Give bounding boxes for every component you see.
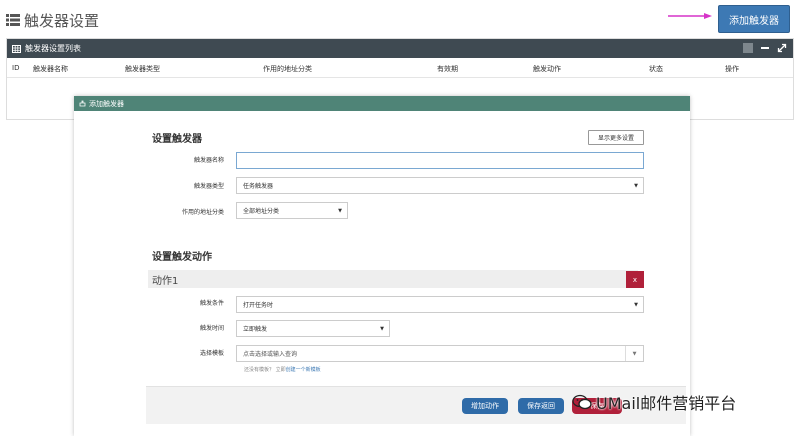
column-header-operation: 操作 bbox=[725, 65, 739, 73]
caret-down-icon: ▼ bbox=[634, 302, 638, 308]
chevron-down-icon[interactable]: ▼ bbox=[625, 346, 643, 361]
watermark: UMail邮件营销平台 bbox=[572, 391, 736, 413]
column-header-validity: 有效期 bbox=[437, 65, 458, 73]
template-search-select[interactable]: 点击选择或输入查询 ▼ bbox=[236, 345, 644, 362]
trigger-type-select[interactable]: 任务触发器 ▼ bbox=[236, 177, 644, 194]
page-title: 触发器设置 bbox=[6, 8, 99, 32]
list-column-headers: ID 触发器名称 触发器类型 作用的地址分类 有效期 触发动作 状态 操作 bbox=[7, 58, 793, 78]
address-category-label: 作用的地址分类 bbox=[181, 209, 224, 216]
list-panel-title: 触发器设置列表 bbox=[25, 44, 81, 53]
action-bar: 动作1 bbox=[148, 270, 638, 288]
trigger-type-value: 任务触发器 bbox=[243, 183, 274, 190]
trigger-condition-label: 触发条件 bbox=[199, 300, 224, 307]
modal-header: 添加触发器 bbox=[74, 96, 690, 111]
hand-pointer-icon bbox=[79, 100, 86, 107]
trigger-condition-value: 打开任务时 bbox=[243, 302, 274, 309]
expand-icon[interactable] bbox=[777, 43, 787, 53]
remove-action-button[interactable]: x bbox=[626, 271, 644, 288]
caret-down-icon: ▼ bbox=[634, 183, 638, 189]
trigger-type-label: 触发器类型 bbox=[193, 183, 224, 190]
create-template-link[interactable]: 创建一个新模板 bbox=[286, 367, 321, 373]
column-header-name: 触发器名称 bbox=[33, 65, 68, 73]
trigger-time-label: 触发时间 bbox=[199, 325, 224, 332]
template-select-label: 选择模板 bbox=[199, 350, 224, 357]
template-placeholder: 点击选择或输入查询 bbox=[243, 351, 298, 358]
caret-down-icon: ▼ bbox=[338, 208, 342, 214]
trigger-name-label: 触发器名称 bbox=[193, 157, 224, 164]
settings-square-icon[interactable] bbox=[743, 43, 753, 53]
add-trigger-button[interactable]: 添加触发器 bbox=[718, 5, 790, 33]
modal-title: 添加触发器 bbox=[89, 99, 124, 108]
list-panel-header: 触发器设置列表 bbox=[7, 39, 793, 58]
section-title-trigger: 设置触发器 bbox=[152, 134, 202, 145]
section-title-action: 设置触发动作 bbox=[152, 252, 212, 263]
caret-down-icon: ▼ bbox=[380, 326, 384, 332]
trigger-condition-select[interactable]: 打开任务时 ▼ bbox=[236, 296, 644, 313]
pointer-arrow-icon bbox=[668, 13, 712, 19]
column-header-status: 状态 bbox=[649, 65, 663, 73]
column-header-action: 触发动作 bbox=[533, 65, 561, 73]
address-category-select[interactable]: 全部地址分类 ▼ bbox=[236, 202, 348, 219]
column-header-type: 触发器类型 bbox=[125, 65, 160, 73]
save-return-button[interactable]: 保存返回 bbox=[518, 398, 564, 414]
template-hint-text: 还没有模板？ 立即 bbox=[244, 367, 286, 373]
trigger-time-value: 立即触发 bbox=[243, 326, 268, 333]
show-more-settings-button[interactable]: 显示更多设置 bbox=[588, 130, 644, 145]
add-trigger-modal: 添加触发器 设置触发器 显示更多设置 触发器名称 触发器类型 任务触发器 ▼ 作… bbox=[74, 96, 690, 436]
collapse-icon[interactable] bbox=[761, 47, 769, 49]
table-icon bbox=[12, 44, 21, 53]
watermark-text: UMail邮件营销平台 bbox=[596, 394, 737, 413]
address-category-value: 全部地址分类 bbox=[243, 208, 280, 215]
template-hint: 还没有模板？ 立即创建一个新模板 bbox=[244, 366, 321, 373]
trigger-time-select[interactable]: 立即触发 ▼ bbox=[236, 320, 390, 337]
column-header-address: 作用的地址分类 bbox=[263, 65, 312, 73]
column-header-id: ID bbox=[12, 64, 20, 72]
trigger-name-input[interactable] bbox=[236, 152, 644, 169]
panel-tools bbox=[743, 43, 787, 53]
list-icon bbox=[6, 14, 20, 26]
add-action-button[interactable]: 增加动作 bbox=[462, 398, 508, 414]
wechat-logo-icon bbox=[572, 394, 592, 410]
action-label: 动作1 bbox=[152, 276, 179, 287]
page-title-text: 触发器设置 bbox=[24, 11, 100, 30]
